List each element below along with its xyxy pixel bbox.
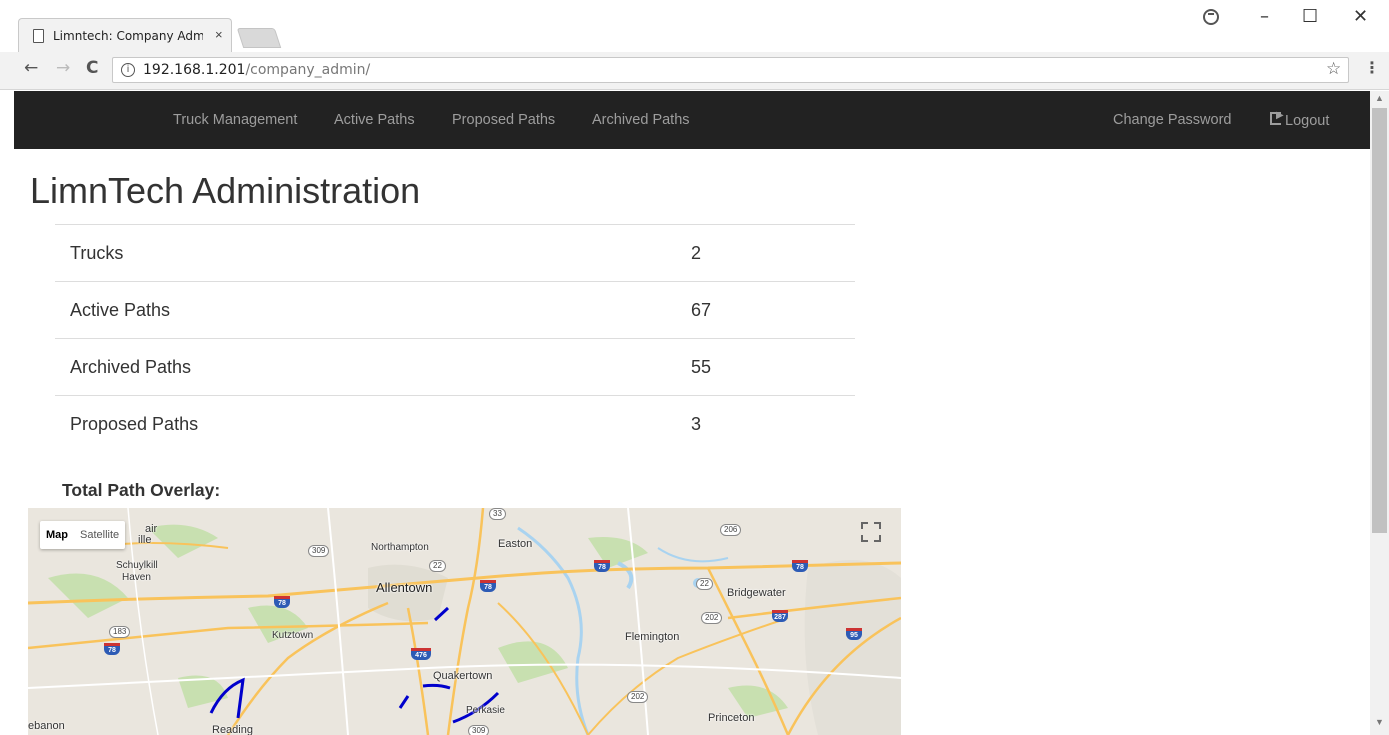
url-path: /company_admin/ bbox=[245, 62, 371, 78]
map-label: Northampton bbox=[371, 542, 429, 553]
scroll-thumb[interactable] bbox=[1372, 108, 1387, 533]
map-type-control: Map Satellite bbox=[40, 521, 126, 549]
logout-label: Logout bbox=[1285, 113, 1330, 129]
map-label: Haven bbox=[122, 572, 151, 583]
table-row: Proposed Paths 3 bbox=[55, 395, 855, 452]
stat-label: Archived Paths bbox=[55, 338, 691, 396]
map-label: Allentown bbox=[376, 580, 433, 595]
satellite-view-button[interactable]: Satellite bbox=[74, 521, 125, 549]
close-window-button[interactable]: ✕ bbox=[1353, 6, 1368, 27]
route-shield: 309 bbox=[468, 725, 490, 735]
map-label: ebanon bbox=[28, 720, 65, 732]
nav-archived-paths[interactable]: Archived Paths bbox=[592, 112, 690, 128]
interstate-shield: 95 bbox=[846, 628, 862, 640]
nav-active-paths[interactable]: Active Paths bbox=[334, 112, 415, 128]
nav-logout[interactable]: Logout bbox=[1270, 110, 1330, 129]
interstate-shield: 78 bbox=[480, 580, 496, 592]
nav-truck-management[interactable]: Truck Management bbox=[173, 112, 297, 128]
nav-change-password[interactable]: Change Password bbox=[1113, 112, 1232, 128]
table-row: Trucks 2 bbox=[55, 224, 855, 282]
fullscreen-icon[interactable] bbox=[859, 520, 883, 544]
address-bar: ← → C i 192.168.1.201/company_admin/ ☆ ⋮ bbox=[0, 52, 1389, 90]
stat-label: Trucks bbox=[55, 224, 691, 282]
route-shield: 202 bbox=[701, 612, 723, 624]
page-title: LimnTech Administration bbox=[30, 170, 421, 211]
route-shield: 33 bbox=[489, 508, 506, 520]
map-base bbox=[28, 508, 901, 735]
table-row: Active Paths 67 bbox=[55, 281, 855, 339]
map-label: Perkasie bbox=[466, 705, 505, 716]
maximize-button[interactable]: ☐ bbox=[1302, 6, 1318, 27]
interstate-shield: 78 bbox=[274, 596, 290, 608]
table-row: Archived Paths 55 bbox=[55, 338, 855, 396]
url-host: 192.168.1.201 bbox=[143, 62, 246, 78]
scroll-down-arrow-icon[interactable]: ▼ bbox=[1375, 717, 1384, 727]
interstate-shield: 78 bbox=[594, 560, 610, 572]
stats-table: Trucks 2 Active Paths 67 Archived Paths … bbox=[55, 224, 855, 452]
map-view-button[interactable]: Map bbox=[40, 521, 74, 549]
page-icon bbox=[33, 29, 44, 43]
stat-value: 55 bbox=[691, 338, 855, 396]
page-scrollbar[interactable]: ▲ ▼ bbox=[1370, 91, 1389, 735]
path-overlay-map[interactable]: Map Satellite air ille Schuylkill Haven … bbox=[28, 508, 901, 735]
map-label: Schuylkill bbox=[116, 560, 158, 571]
stat-label: Proposed Paths bbox=[55, 395, 691, 452]
map-label: ille bbox=[138, 534, 152, 546]
nav-proposed-paths[interactable]: Proposed Paths bbox=[452, 112, 555, 128]
tab-close-icon[interactable]: × bbox=[215, 27, 223, 42]
scroll-up-arrow-icon[interactable]: ▲ bbox=[1375, 93, 1384, 103]
route-shield: 22 bbox=[429, 560, 446, 572]
map-label: Flemington bbox=[625, 631, 680, 643]
map-label: Bridgewater bbox=[727, 587, 786, 599]
map-label: Princeton bbox=[708, 712, 755, 724]
logout-icon bbox=[1270, 110, 1284, 125]
browser-titlebar: Limntech: Company Adm × – ☐ ✕ bbox=[0, 0, 1389, 52]
info-icon[interactable]: i bbox=[121, 63, 135, 77]
interstate-shield: 78 bbox=[104, 643, 120, 655]
profile-icon[interactable] bbox=[1203, 9, 1219, 25]
route-shield: 309 bbox=[308, 545, 330, 557]
top-navbar: Truck Management Active Paths Proposed P… bbox=[14, 91, 1370, 149]
back-icon[interactable]: ← bbox=[24, 58, 38, 78]
tab-title: Limntech: Company Adm bbox=[53, 29, 203, 43]
map-label: Quakertown bbox=[433, 670, 493, 682]
url-input[interactable]: i 192.168.1.201/company_admin/ ☆ bbox=[112, 57, 1349, 83]
interstate-shield: 476 bbox=[411, 648, 431, 660]
route-shield: 183 bbox=[109, 626, 131, 638]
stat-value: 3 bbox=[691, 395, 855, 452]
url-text: 192.168.1.201/company_admin/ bbox=[143, 62, 370, 78]
browser-menu-icon[interactable]: ⋮ bbox=[1364, 58, 1380, 78]
stat-label: Active Paths bbox=[55, 281, 691, 339]
bookmark-star-icon[interactable]: ☆ bbox=[1326, 59, 1341, 79]
interstate-shield: 287 bbox=[772, 610, 788, 622]
route-shield: 206 bbox=[720, 524, 742, 536]
route-shield: 22 bbox=[696, 578, 713, 590]
stat-value: 2 bbox=[691, 224, 855, 282]
stat-value: 67 bbox=[691, 281, 855, 339]
minimize-button[interactable]: – bbox=[1260, 6, 1269, 27]
forward-icon[interactable]: → bbox=[56, 58, 70, 78]
overlay-heading: Total Path Overlay: bbox=[62, 480, 221, 500]
map-label: Kutztown bbox=[272, 630, 314, 641]
reload-icon[interactable]: C bbox=[86, 58, 98, 78]
map-label: Reading bbox=[212, 724, 253, 735]
route-shield: 202 bbox=[627, 691, 649, 703]
map-label: Easton bbox=[498, 538, 533, 550]
interstate-shield: 78 bbox=[792, 560, 808, 572]
browser-tab[interactable]: Limntech: Company Adm × bbox=[18, 18, 232, 52]
new-tab-button[interactable] bbox=[236, 28, 282, 48]
